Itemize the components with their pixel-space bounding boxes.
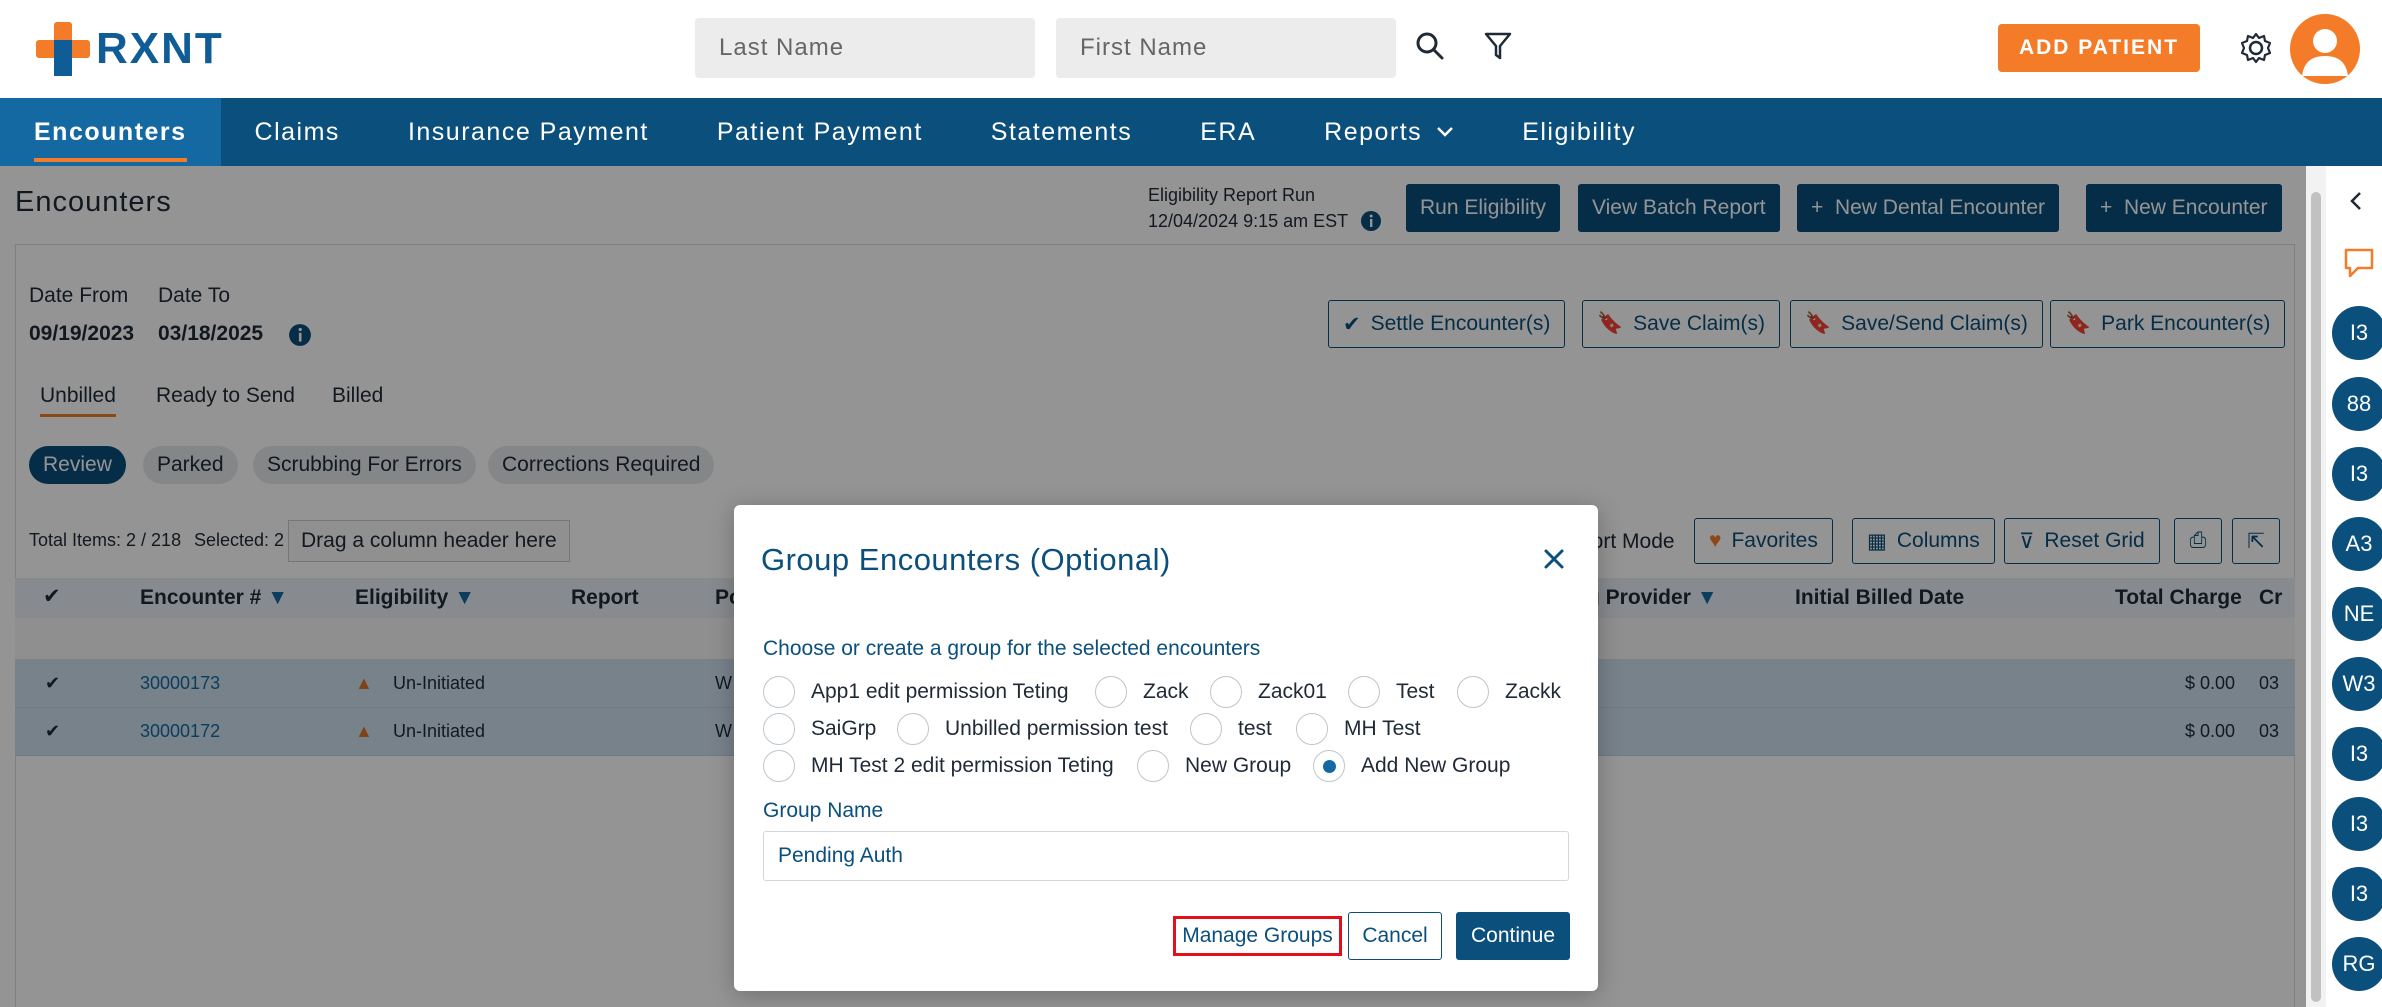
group-name-label: Group Name bbox=[763, 799, 884, 822]
radio-button[interactable] bbox=[1348, 676, 1380, 708]
rail-avatar[interactable]: I3 bbox=[2332, 867, 2382, 921]
group-label: Zack01 bbox=[1258, 680, 1327, 703]
nav-patient-payment[interactable]: Patient Payment bbox=[683, 98, 957, 166]
rail-avatar[interactable]: 88 bbox=[2332, 377, 2382, 431]
chevron-left-icon[interactable] bbox=[2346, 190, 2366, 212]
rail-avatar[interactable]: A3 bbox=[2332, 517, 2382, 571]
nav-reports[interactable]: Reports bbox=[1290, 98, 1488, 166]
rxnt-logo[interactable]: RXNT bbox=[36, 22, 224, 76]
group-label: Test bbox=[1396, 680, 1435, 703]
group-name-input[interactable] bbox=[763, 831, 1569, 881]
rail-avatar[interactable]: RG bbox=[2332, 937, 2382, 991]
radio-button[interactable] bbox=[1190, 713, 1222, 745]
last-name-input[interactable] bbox=[695, 18, 1035, 78]
group-label: MH Test 2 edit permission Teting bbox=[811, 754, 1114, 777]
search-icon[interactable] bbox=[1412, 28, 1448, 64]
rxnt-logo-mark bbox=[36, 22, 90, 76]
user-avatar[interactable] bbox=[2290, 14, 2360, 84]
group-label: Zackk bbox=[1505, 680, 1562, 703]
group-label: Zack bbox=[1143, 680, 1189, 703]
radio-button[interactable] bbox=[1457, 676, 1489, 708]
add-patient-button[interactable]: ADD PATIENT bbox=[1998, 24, 2200, 72]
modal-title: Group Encounters (Optional) bbox=[761, 542, 1171, 577]
group-radio-add-new-group[interactable]: Add New Group bbox=[1313, 750, 1510, 782]
gear-icon[interactable] bbox=[2238, 30, 2274, 66]
radio-button[interactable] bbox=[763, 750, 795, 782]
radio-button[interactable] bbox=[1137, 750, 1169, 782]
group-radio-zackk[interactable]: Zackk bbox=[1457, 676, 1561, 708]
group-radio-zack[interactable]: Zack bbox=[1095, 676, 1189, 708]
rail-avatar[interactable]: I3 bbox=[2332, 306, 2382, 360]
group-radio-app1[interactable]: App1 edit permission Teting bbox=[763, 676, 1069, 708]
cancel-button[interactable]: Cancel bbox=[1348, 912, 1442, 960]
rail-avatar[interactable]: NE bbox=[2332, 587, 2382, 641]
nav-insurance-payment[interactable]: Insurance Payment bbox=[374, 98, 683, 166]
nav-claims[interactable]: Claims bbox=[221, 98, 374, 166]
nav-eligibility[interactable]: Eligibility bbox=[1488, 98, 1670, 166]
close-icon[interactable] bbox=[1540, 545, 1568, 573]
nav-reports-label: Reports bbox=[1324, 118, 1423, 146]
rail-avatar[interactable]: I3 bbox=[2332, 727, 2382, 781]
group-encounters-modal: Group Encounters (Optional) Choose or cr… bbox=[734, 505, 1598, 991]
radio-button[interactable] bbox=[1095, 676, 1127, 708]
rail-avatar[interactable]: W3 bbox=[2332, 657, 2382, 711]
group-radio-unbilled-permission[interactable]: Unbilled permission test bbox=[897, 713, 1168, 745]
group-label: MH Test bbox=[1344, 717, 1421, 740]
radio-button[interactable] bbox=[763, 676, 795, 708]
group-radio-saigrp[interactable]: SaiGrp bbox=[763, 713, 876, 745]
rail-scrollbar[interactable] bbox=[2306, 166, 2326, 1007]
group-radio-mh-test[interactable]: MH Test bbox=[1296, 713, 1421, 745]
radio-button[interactable] bbox=[1210, 676, 1242, 708]
radio-button[interactable] bbox=[897, 713, 929, 745]
first-name-input[interactable] bbox=[1056, 18, 1396, 78]
filter-icon[interactable] bbox=[1480, 28, 1516, 64]
manage-groups-button[interactable]: Manage Groups bbox=[1173, 916, 1342, 956]
group-radio-zack01[interactable]: Zack01 bbox=[1210, 676, 1327, 708]
group-label: Add New Group bbox=[1361, 754, 1511, 777]
nav-statements[interactable]: Statements bbox=[957, 98, 1166, 166]
group-label: test bbox=[1238, 717, 1272, 740]
radio-button[interactable] bbox=[1296, 713, 1328, 745]
chevron-down-icon bbox=[1437, 127, 1454, 137]
top-header: RXNT ADD PATIENT bbox=[0, 0, 2382, 98]
chat-icon[interactable] bbox=[2342, 246, 2378, 280]
radio-button-selected[interactable] bbox=[1313, 750, 1345, 782]
brand-name: RXNT bbox=[96, 24, 224, 73]
user-icon bbox=[2302, 29, 2348, 76]
group-label: SaiGrp bbox=[811, 717, 877, 740]
nav-era[interactable]: ERA bbox=[1166, 98, 1290, 166]
nav-encounters[interactable]: Encounters bbox=[0, 98, 221, 166]
scrollbar-thumb[interactable] bbox=[2311, 192, 2321, 1002]
group-label: New Group bbox=[1185, 754, 1292, 777]
modal-instruction: Choose or create a group for the selecte… bbox=[763, 637, 1261, 660]
group-label: App1 edit permission Teting bbox=[811, 680, 1069, 703]
rail-avatar[interactable]: I3 bbox=[2332, 447, 2382, 501]
continue-button[interactable]: Continue bbox=[1456, 912, 1570, 960]
group-label: Unbilled permission test bbox=[945, 717, 1168, 740]
rail-avatar[interactable]: I3 bbox=[2332, 797, 2382, 851]
group-radio-new-group[interactable]: New Group bbox=[1137, 750, 1291, 782]
radio-button[interactable] bbox=[763, 713, 795, 745]
group-radio-mh-test-2[interactable]: MH Test 2 edit permission Teting bbox=[763, 750, 1114, 782]
group-radio-test-lower[interactable]: test bbox=[1190, 713, 1272, 745]
group-radio-test[interactable]: Test bbox=[1348, 676, 1435, 708]
main-nav: Encounters Claims Insurance Payment Pati… bbox=[0, 98, 2382, 166]
